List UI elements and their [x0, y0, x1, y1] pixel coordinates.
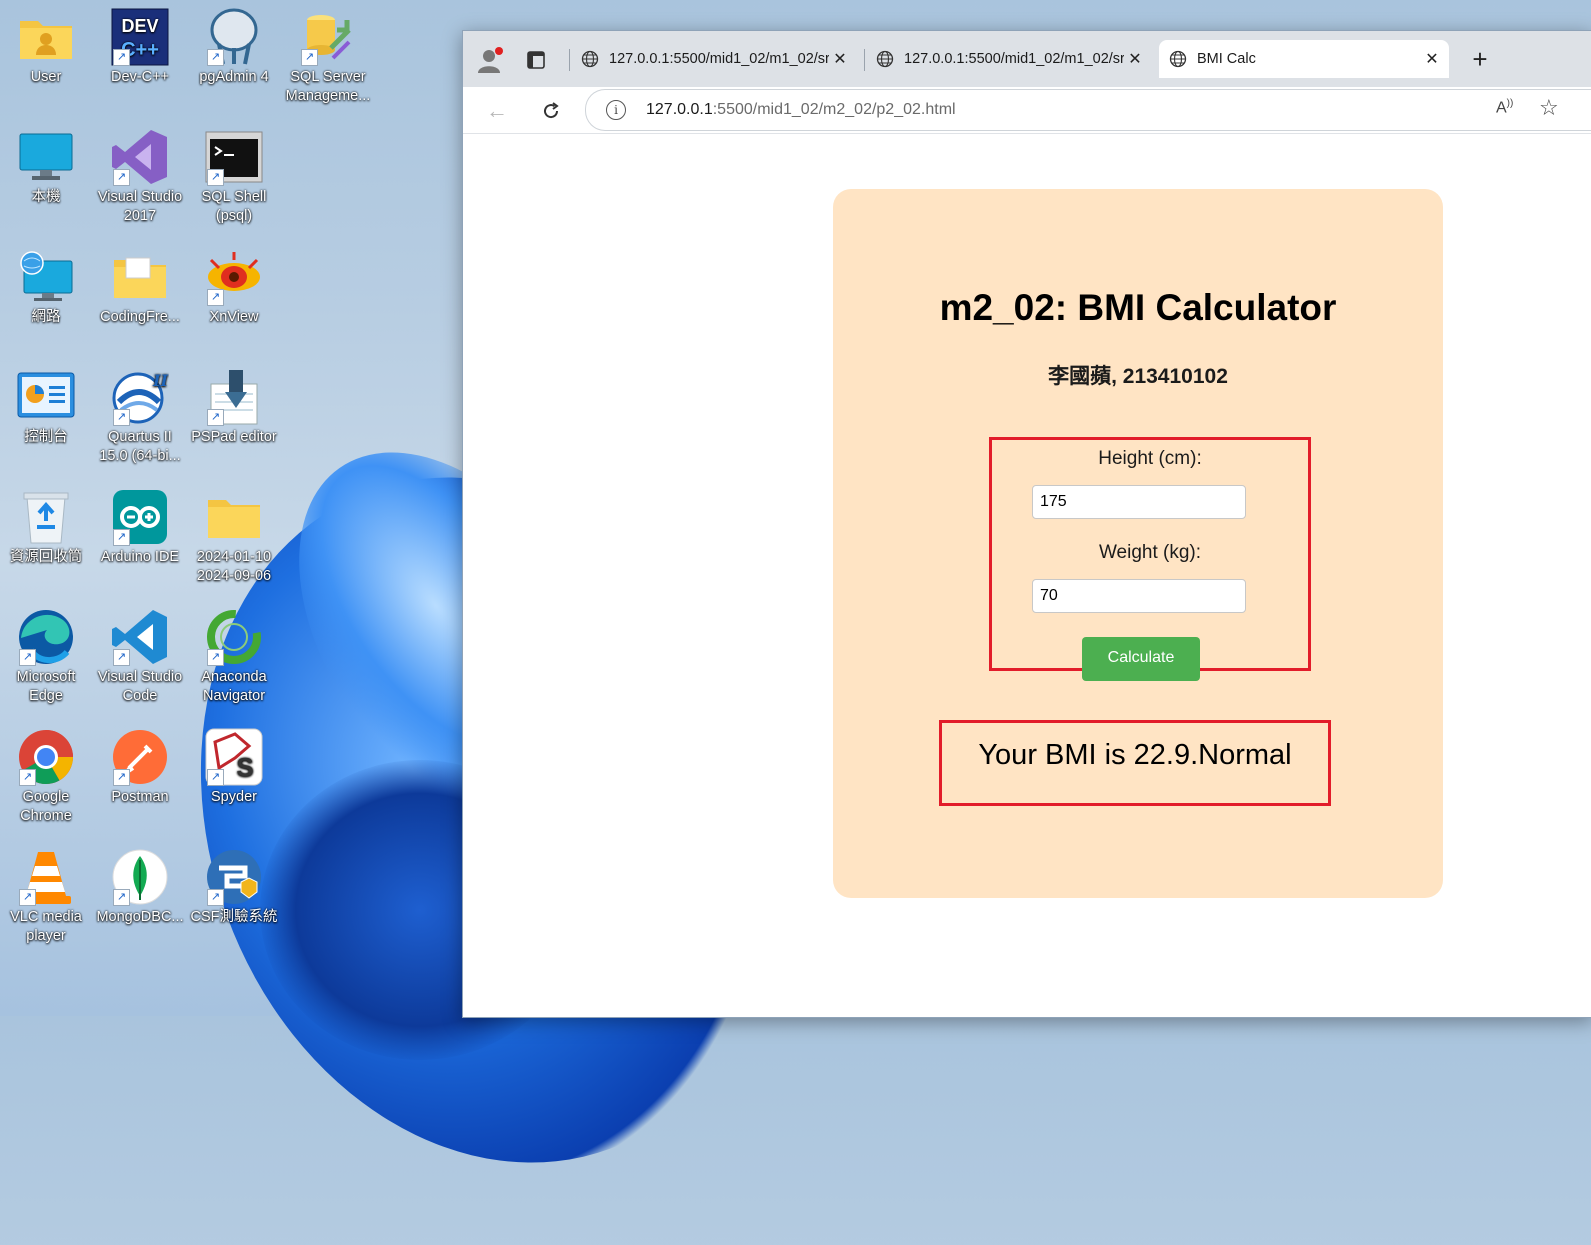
- edge-icon: ↗: [17, 608, 75, 666]
- user-folder-icon: [17, 8, 75, 66]
- desktop-icon-anaconda[interactable]: ↗ Anaconda Navigator: [188, 604, 280, 706]
- url-text: 127.0.0.1:5500/mid1_02/m2_02/p2_02.html: [646, 101, 956, 118]
- new-tab-button[interactable]: +: [1465, 45, 1495, 75]
- desktop-icon-spyder[interactable]: S ↗ Spyder: [188, 724, 280, 807]
- vlc-icon: ↗: [17, 848, 75, 906]
- page-content: m2_02: BMI Calculator 李國蘋, 213410102 Hei…: [467, 134, 1591, 1017]
- reload-icon: [544, 102, 559, 119]
- desktop-icon-xnview[interactable]: ↗ XnView: [188, 244, 280, 327]
- globe-icon: [876, 50, 894, 68]
- postman-icon: ↗: [111, 728, 169, 786]
- desktop-icon-arduino[interactable]: ↗ Arduino IDE: [94, 484, 186, 567]
- bmi-result: Your BMI is 22.9.Normal: [978, 739, 1292, 771]
- tab-actions-button[interactable]: [521, 45, 551, 75]
- globe-icon: [581, 50, 599, 68]
- height-label: Height (cm):: [1098, 448, 1202, 469]
- desktop-icon-this-pc[interactable]: 本機: [0, 124, 92, 207]
- profile-icon: [478, 47, 503, 73]
- terminal-icon: ↗: [205, 128, 263, 186]
- sql-server-icon: ↗: [299, 8, 357, 66]
- desktop-icon-sqlshell[interactable]: ↗ SQL Shell (psql): [188, 124, 280, 226]
- folder-icon: [205, 488, 263, 546]
- back-button[interactable]: ←: [481, 95, 513, 127]
- bmi-form: Height (cm): 175 Weight (kg): 70 Calcula…: [989, 437, 1311, 681]
- desktop-icon-edge[interactable]: ↗ Microsoft Edge: [0, 604, 92, 706]
- desktop-icon-quartus[interactable]: II ↗ Quartus II 15.0 (64-bi...: [94, 364, 186, 466]
- vscode-icon: ↗: [111, 608, 169, 666]
- svg-text:II: II: [152, 371, 168, 390]
- bmi-card: m2_02: BMI Calculator 李國蘋, 213410102 Hei…: [833, 189, 1443, 898]
- close-tab-icon[interactable]: ✕: [1124, 49, 1146, 69]
- desktop-icon-folder-2024[interactable]: 2024-01-10 2024-09-06: [188, 484, 280, 586]
- devcpp-icon: DEV C++ ↗: [111, 8, 169, 66]
- control-panel-icon: [17, 368, 75, 426]
- desktop-icon-csf[interactable]: ↗ CSF測驗系統: [188, 844, 280, 927]
- desktop-icon-user[interactable]: User: [0, 4, 92, 87]
- tab-2[interactable]: 127.0.0.1:5500/mid1_02/m1_02/sr ✕: [866, 40, 1152, 78]
- quartus-icon: II ↗: [111, 368, 169, 426]
- tab-title: BMI Calc: [1197, 51, 1256, 67]
- browser-window: 127.0.0.1:5500/mid1_02/m1_02/sr ✕ 127.0.…: [462, 30, 1591, 1018]
- weight-input[interactable]: 70: [1032, 579, 1246, 613]
- spyder-icon: S ↗: [205, 728, 263, 786]
- reload-button[interactable]: [535, 95, 567, 127]
- tab-actions-icon: [527, 51, 545, 69]
- address-bar: ← i 127.0.0.1:5500/mid1_02/m2_02/p2_02.h…: [463, 87, 1591, 134]
- back-arrow-icon: ←: [486, 98, 508, 123]
- arduino-icon: ↗: [111, 488, 169, 546]
- desktop-icon-pgadmin[interactable]: ↗ pgAdmin 4: [188, 4, 280, 87]
- desktop-icon-recycle-bin[interactable]: 資源回收筒: [0, 484, 92, 567]
- calculate-button[interactable]: Calculate: [1082, 637, 1200, 681]
- monitor-icon: [17, 128, 75, 186]
- desktop-icon-pspad[interactable]: ↗ PSPad editor: [188, 364, 280, 447]
- recycle-bin-icon: [17, 488, 75, 546]
- site-info-icon[interactable]: i: [606, 100, 626, 120]
- desktop-icon-codingfre[interactable]: CodingFre...: [94, 244, 186, 327]
- tab-title: 127.0.0.1:5500/mid1_02/m1_02/sr: [904, 51, 1124, 67]
- desktop-icon-control-panel[interactable]: 控制台: [0, 364, 92, 447]
- xnview-icon: ↗: [205, 248, 263, 306]
- plus-icon: +: [1472, 44, 1488, 74]
- tab-bar: 127.0.0.1:5500/mid1_02/m1_02/sr ✕ 127.0.…: [463, 31, 1591, 87]
- mongodb-icon: ↗: [111, 848, 169, 906]
- tab-title: 127.0.0.1:5500/mid1_02/m1_02/sr: [609, 51, 829, 67]
- profile-avatar[interactable]: [475, 45, 505, 75]
- weight-label: Weight (kg):: [1098, 542, 1202, 563]
- student-info: 李國蘋, 213410102: [1048, 365, 1228, 388]
- close-tab-icon[interactable]: ✕: [1421, 49, 1443, 69]
- result-box: Your BMI is 22.9.Normal: [939, 720, 1331, 806]
- folder-icon: [111, 248, 169, 306]
- svg-text:S: S: [236, 752, 253, 782]
- desktop-icon-sqlserver[interactable]: ↗ SQL Server Manageme...: [282, 4, 374, 106]
- read-aloud-icon[interactable]: A)): [1496, 98, 1513, 117]
- desktop-icon-vscode[interactable]: ↗ Visual Studio Code: [94, 604, 186, 706]
- anaconda-icon: ↗: [205, 608, 263, 666]
- tab-bmi-calc[interactable]: BMI Calc ✕: [1159, 40, 1449, 78]
- desktop-icon-vlc[interactable]: ↗ VLC media player: [0, 844, 92, 946]
- page-title: m2_02: BMI Calculator: [939, 287, 1337, 328]
- desktop-icon-network[interactable]: 網路: [0, 244, 92, 327]
- csf-icon: ↗: [205, 848, 263, 906]
- svg-text:DEV: DEV: [121, 16, 158, 36]
- favorite-star-icon[interactable]: ☆: [1539, 95, 1559, 121]
- pspad-icon: ↗: [205, 368, 263, 426]
- close-tab-icon[interactable]: ✕: [829, 49, 851, 69]
- desktop-icon-visual-studio[interactable]: ↗ Visual Studio 2017: [94, 124, 186, 226]
- chrome-icon: ↗: [17, 728, 75, 786]
- desktop-icon-postman[interactable]: ↗ Postman: [94, 724, 186, 807]
- desktop-icon-chrome[interactable]: ↗ Google Chrome: [0, 724, 92, 826]
- globe-icon: [1169, 50, 1187, 68]
- network-icon: [17, 248, 75, 306]
- desktop-icon-mongodb[interactable]: ↗ MongoDBC...: [94, 844, 186, 927]
- height-input[interactable]: 175: [1032, 485, 1246, 519]
- url-bar[interactable]: i 127.0.0.1:5500/mid1_02/m2_02/p2_02.htm…: [585, 89, 1591, 131]
- visual-studio-icon: ↗: [111, 128, 169, 186]
- desktop-icon-devcpp[interactable]: DEV C++ ↗ Dev-C++: [94, 4, 186, 87]
- tab-1[interactable]: 127.0.0.1:5500/mid1_02/m1_02/sr ✕: [571, 40, 857, 78]
- pgadmin-icon: ↗: [205, 8, 263, 66]
